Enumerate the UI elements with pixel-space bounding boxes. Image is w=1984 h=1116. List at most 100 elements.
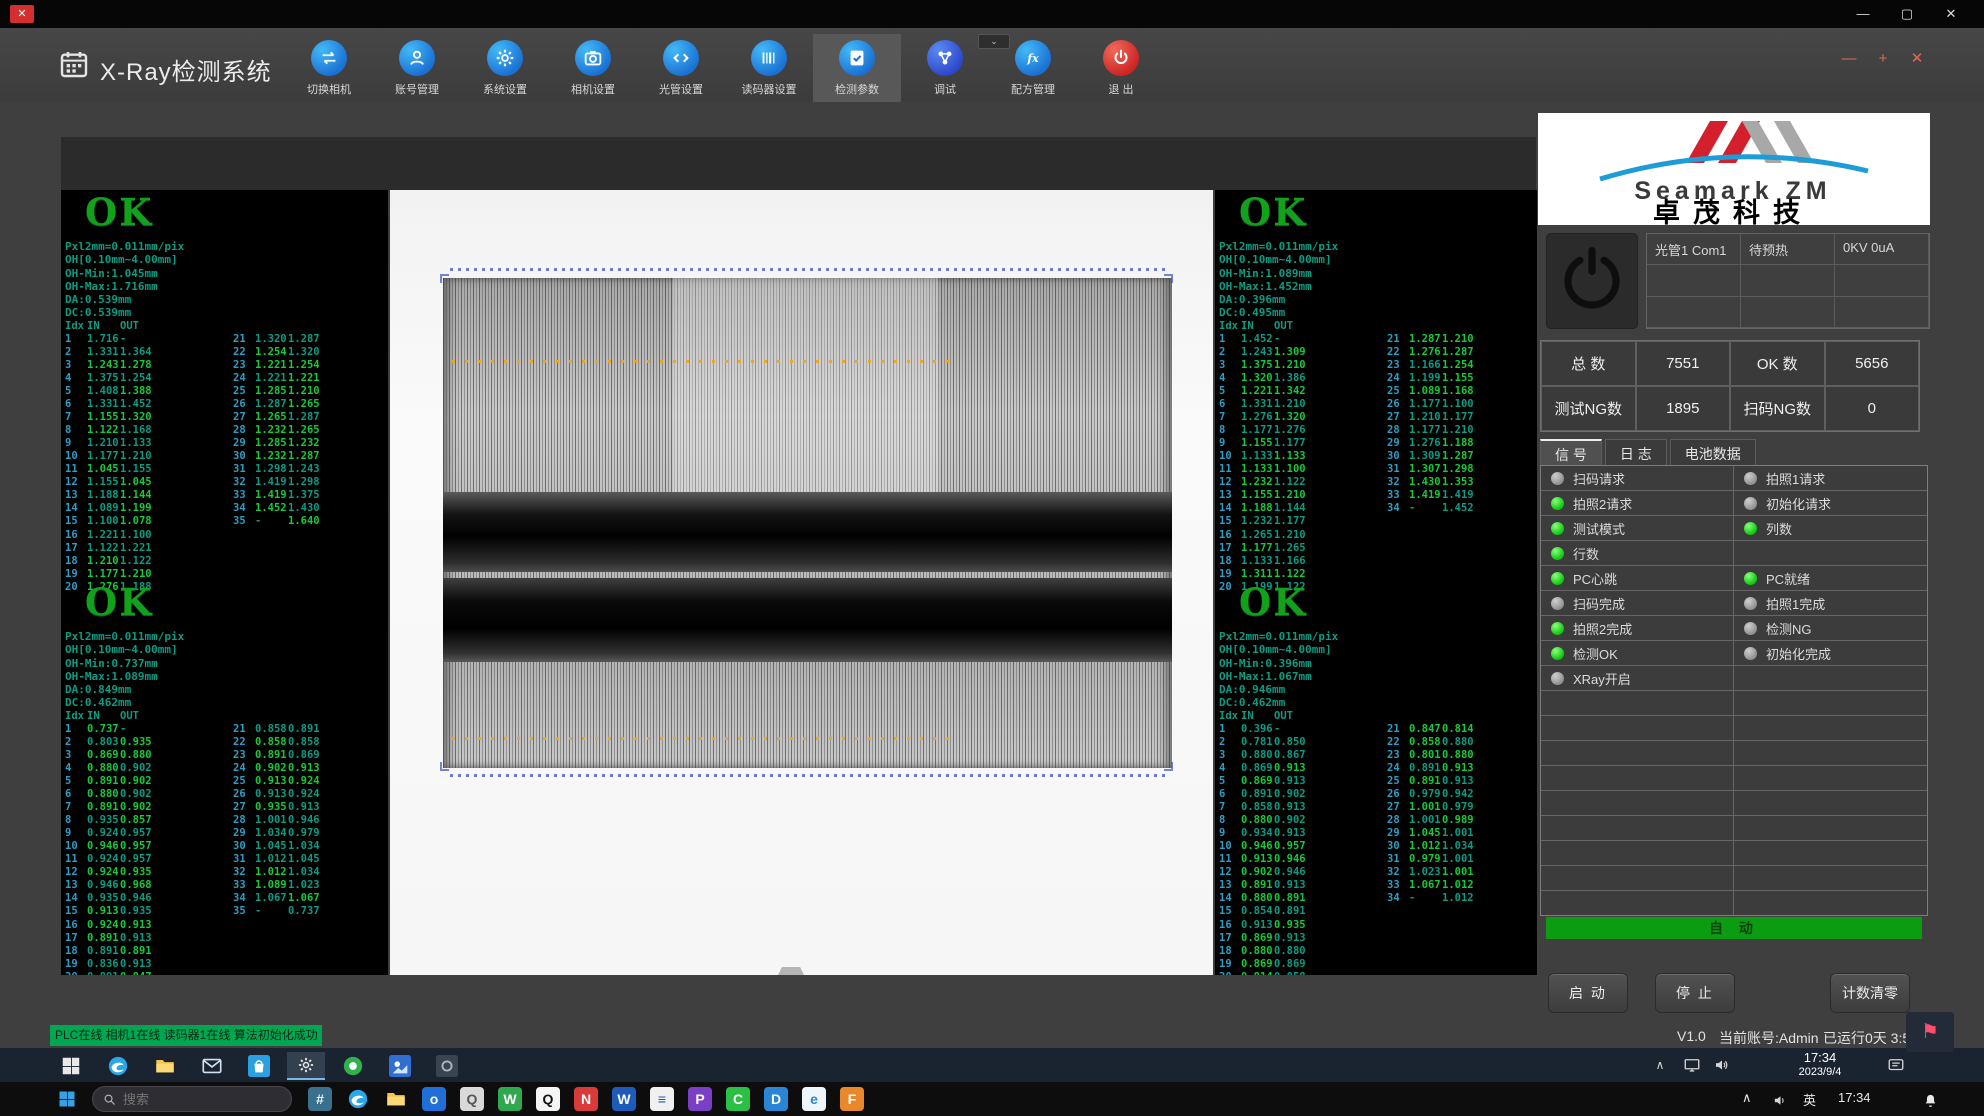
measure-row: 131.1551.210	[1219, 489, 1307, 502]
toolbar-item-tube[interactable]: 光管设置	[637, 34, 725, 102]
store-app[interactable]	[240, 1052, 278, 1080]
os-minimize-button[interactable]: —	[1846, 4, 1880, 24]
toolbar-item-reader[interactable]: 读码器设置	[725, 34, 813, 102]
measure-row: 230.8010.880	[1387, 749, 1475, 762]
notification-bell-icon[interactable]	[1915, 1087, 1945, 1113]
start-button[interactable]: 启 动	[1548, 973, 1628, 1013]
os-close-button[interactable]: ✕	[1934, 4, 1968, 24]
mail-app[interactable]	[193, 1052, 231, 1080]
ime-flag-icon[interactable]: ⚑	[1906, 1012, 1954, 1052]
toolbar-item-user[interactable]: 账号管理	[373, 34, 461, 102]
photos-app[interactable]	[381, 1052, 419, 1080]
signal-cell: 初始化请求	[1734, 491, 1927, 515]
purple-app-icon[interactable]: P	[685, 1086, 715, 1112]
cell-in: 0.913	[255, 775, 288, 788]
tab-2[interactable]: 电池数据	[1670, 439, 1756, 465]
cell-idx: 18	[65, 555, 87, 568]
media-app[interactable]	[334, 1052, 372, 1080]
toolbar-dropdown-chevron[interactable]: ⌄	[978, 34, 1010, 49]
signal-cell: PC心跳	[1541, 566, 1734, 590]
edge-browser-icon[interactable]	[343, 1086, 373, 1112]
remote-clock[interactable]: 17:34 2023/9/4	[1772, 1050, 1868, 1079]
settings-app[interactable]	[287, 1052, 325, 1080]
toolbar-item-gear[interactable]: 系统设置	[461, 34, 549, 102]
app-minimize-button[interactable]: —	[1834, 48, 1864, 70]
measure-info-line: DC:0.462mm	[65, 696, 388, 709]
toolbar-item-params[interactable]: 检测参数	[813, 34, 901, 102]
cell-out: 0.814	[1442, 723, 1475, 736]
misc-app[interactable]	[428, 1052, 466, 1080]
signal-label: 检测NG	[1766, 619, 1812, 638]
notes-app-icon[interactable]: ≡	[647, 1086, 677, 1112]
edge-browser[interactable]	[99, 1052, 137, 1080]
app-close-button[interactable]: ✕	[1902, 48, 1932, 70]
ime-lang-indicator[interactable]: 英	[1803, 1090, 1816, 1109]
tray-monitor-icon[interactable]	[1680, 1054, 1704, 1076]
os-maximize-button[interactable]: ▢	[1890, 4, 1924, 24]
cell-idx: 3	[1219, 359, 1241, 372]
cell-in: 1.122	[87, 542, 120, 555]
cell-in: 1.309	[1409, 450, 1442, 463]
measure-col-group-2: 211.2871.210221.2761.287231.1661.254241.…	[1387, 333, 1475, 516]
blue-circle-app-tile: o	[422, 1087, 446, 1111]
count-reset-button[interactable]: 计数清零	[1830, 973, 1910, 1013]
cell-in: 1.177	[1409, 424, 1442, 437]
cell-out: 1.287	[288, 333, 321, 346]
blue-circle-app-icon[interactable]: o	[419, 1086, 449, 1112]
local-tray-speaker-icon[interactable]	[1765, 1087, 1795, 1113]
measure-row: 120.9020.946	[1219, 866, 1307, 879]
cell-idx: 23	[233, 749, 255, 762]
start-button[interactable]	[52, 1052, 90, 1080]
cell-out: 1.386	[1274, 372, 1307, 385]
cell-out: 1.122	[120, 555, 153, 568]
search-input[interactable]	[123, 1092, 273, 1107]
gray-app-icon[interactable]: Q	[457, 1086, 487, 1112]
pinned-grid-app-icon[interactable]: #	[305, 1086, 335, 1112]
wechat-app-icon[interactable]: C	[723, 1086, 753, 1112]
stop-button[interactable]: 停 止	[1655, 973, 1735, 1013]
file-explorer[interactable]	[146, 1052, 184, 1080]
local-clock[interactable]: 17:34	[1838, 1090, 1871, 1105]
red-app-tile: N	[574, 1087, 598, 1111]
orange-app-icon[interactable]: F	[837, 1086, 867, 1112]
red-app-icon[interactable]: N	[571, 1086, 601, 1112]
local-tray-chevron-icon[interactable]: ∧	[1742, 1090, 1752, 1106]
file-explorer-icon[interactable]	[381, 1086, 411, 1112]
cell-idx: 22	[1387, 346, 1409, 359]
local-start-button[interactable]	[52, 1086, 82, 1112]
tab-1[interactable]: 日 志	[1605, 439, 1667, 465]
toolbar-item-debug[interactable]: 调试	[901, 34, 989, 102]
toolbar-item-exit[interactable]: 退 出	[1077, 34, 1165, 102]
cell-out: 0.850	[1274, 736, 1307, 749]
cell-idx: 30	[233, 840, 255, 853]
tab-0[interactable]: 信 号	[1540, 439, 1602, 465]
tray-chevron-up-icon[interactable]: ∧	[1648, 1054, 1672, 1076]
cell-idx: 34	[233, 502, 255, 515]
cell-in: 1.276	[1241, 411, 1274, 424]
toolbar-item-swap[interactable]: 切换相机	[285, 34, 373, 102]
measure-row: 111.0451.155	[65, 463, 153, 476]
header-in: IN	[1241, 320, 1274, 333]
tray-notification-icon[interactable]	[1884, 1054, 1908, 1076]
taskbar-search[interactable]	[92, 1086, 292, 1112]
xray-power-button[interactable]	[1546, 233, 1638, 329]
tray-speaker-icon[interactable]	[1710, 1054, 1734, 1076]
word-app-icon[interactable]: W	[609, 1086, 639, 1112]
wps-app-icon[interactable]: W	[495, 1086, 525, 1112]
docs-app-icon[interactable]: D	[761, 1086, 791, 1112]
measure-row: 81.1221.168	[65, 424, 153, 437]
cell-out: 1.144	[120, 489, 153, 502]
header-out: OUT	[1274, 710, 1307, 723]
ie-app-icon[interactable]: e	[799, 1086, 829, 1112]
cell-out: 0.869	[288, 749, 321, 762]
toolbar-item-camera[interactable]: 相机设置	[549, 34, 637, 102]
measure-row: 211.3201.287	[233, 333, 321, 346]
cell-out: 0.847	[120, 971, 153, 975]
measure-row: 251.2851.210	[233, 385, 321, 398]
cell-idx: 35	[233, 905, 255, 918]
remote-close-button[interactable]: ✕	[10, 5, 34, 23]
cell-out: 1.278	[120, 359, 153, 372]
measure-info-line: Pxl2mm=0.011mm/pix	[65, 240, 388, 253]
qq-app-icon[interactable]: Q	[533, 1086, 563, 1112]
app-maximize-button[interactable]: +	[1868, 48, 1898, 70]
